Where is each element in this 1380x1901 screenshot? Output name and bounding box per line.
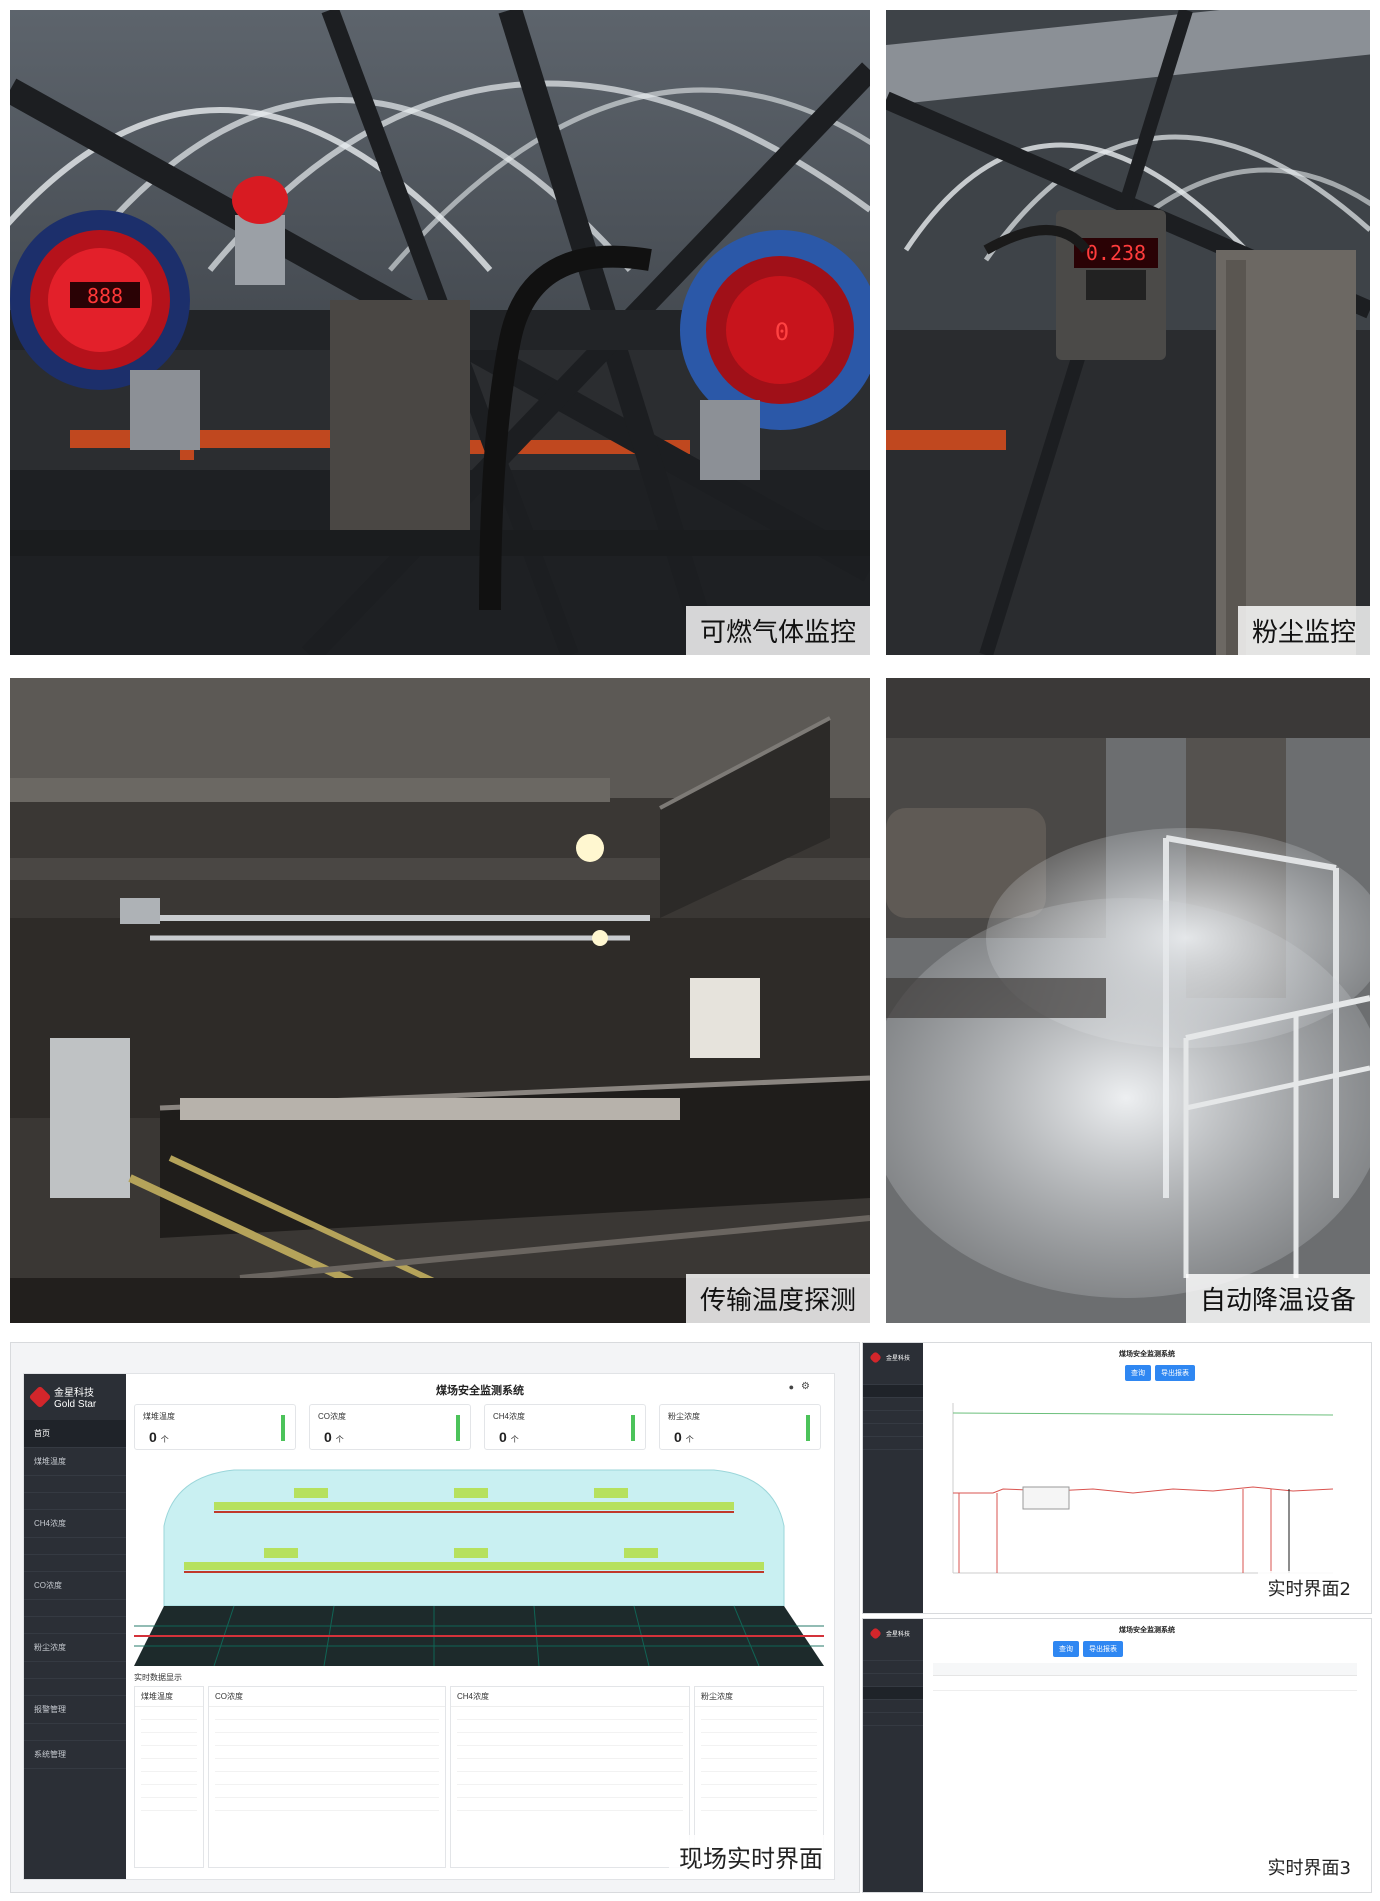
- gas-monitor-scene: 888 0: [10, 10, 870, 655]
- app-title: 煤场安全监测系统: [436, 1385, 524, 1397]
- gear-icon[interactable]: ⚙: [801, 1381, 810, 1392]
- brand-logo: 金星科技 Gold Star: [24, 1374, 126, 1420]
- table-co: CO浓度: [208, 1686, 446, 1868]
- brand-name-cn: 金星科技: [54, 1388, 94, 1399]
- stat-card-temp[interactable]: 煤堆温度 0 个: [134, 1404, 296, 1450]
- table-header: 煤堆温度: [135, 1687, 203, 1707]
- sidebar-subitem[interactable]: [24, 1493, 126, 1510]
- export-button[interactable]: 导出报表: [1083, 1641, 1123, 1657]
- sidebar-item-dust[interactable]: 粉尘浓度: [24, 1634, 126, 1662]
- stat-indicator: [631, 1415, 635, 1441]
- brand-logo: 金星科技: [863, 1343, 923, 1372]
- sidebar-item-alarm[interactable]: 报警管理: [24, 1696, 126, 1724]
- photo-dust: 0.238 粉尘监控: [886, 10, 1370, 655]
- history-table: [933, 1663, 1357, 1691]
- gas-detector-2-display: 0: [775, 318, 789, 346]
- stat-value: 0 个: [499, 1429, 519, 1445]
- sidebar-item[interactable]: [863, 1700, 923, 1713]
- stat-indicator: [456, 1415, 460, 1441]
- dust-monitor-scene: 0.238: [886, 10, 1370, 655]
- sidebar-subitem[interactable]: [24, 1476, 126, 1493]
- cooling-spray-scene: [886, 678, 1370, 1323]
- dashboard-window: 金星科技 Gold Star 首页 煤堆温度 CH4浓度 CO浓度 粉尘浓度 报…: [23, 1373, 835, 1880]
- brand-mark-icon: [869, 1351, 882, 1364]
- stat-value: 0 个: [674, 1429, 694, 1445]
- stat-indicator: [281, 1415, 285, 1441]
- export-button[interactable]: 导出报表: [1155, 1365, 1195, 1381]
- screenshot-main-dashboard: 金星科技 Gold Star 首页 煤堆温度 CH4浓度 CO浓度 粉尘浓度 报…: [10, 1342, 860, 1893]
- dust-sensor-display: 0.238: [1086, 241, 1146, 265]
- screenshot-caption-2: 实时界面2: [1257, 1571, 1361, 1605]
- sidebar-item[interactable]: [863, 1398, 923, 1411]
- sidebar-item-system[interactable]: 系统管理: [24, 1741, 126, 1769]
- sidebar-subitem[interactable]: [24, 1600, 126, 1617]
- sidebar-item[interactable]: [863, 1687, 923, 1700]
- table-row[interactable]: [933, 1676, 1357, 1691]
- sidebar-item-home[interactable]: 首页: [24, 1420, 126, 1448]
- brand-mark-icon: [28, 1385, 52, 1409]
- photo-caption-gas: 可燃气体监控: [685, 606, 870, 655]
- screenshot-realtime-3: 金星科技 煤场安全监测系统 查询 导出报表 实时界面3: [862, 1618, 1372, 1893]
- photo-auto-cooling: 自动降温设备: [886, 678, 1370, 1323]
- photo-caption-cooling: 自动降温设备: [1185, 1274, 1370, 1323]
- photo-combustible-gas: 888 0 可燃气体监控: [10, 10, 870, 655]
- s3-app-title: 煤场安全监测系统: [1119, 1627, 1175, 1634]
- brand-logo: 金星科技: [863, 1619, 923, 1648]
- sidebar-subitem[interactable]: [24, 1555, 126, 1572]
- stat-label: 粉尘浓度: [668, 1412, 700, 1421]
- sidebar-item[interactable]: [863, 1385, 923, 1398]
- photo-caption-dust: 粉尘监控: [1237, 606, 1370, 655]
- sidebar-item[interactable]: [863, 1372, 923, 1385]
- stat-card-dust[interactable]: 粉尘浓度 0 个: [659, 1404, 821, 1450]
- stat-indicator: [806, 1415, 810, 1441]
- s2-app-title: 煤场安全监测系统: [1119, 1351, 1175, 1358]
- sidebar-item[interactable]: [863, 1424, 923, 1437]
- realtime-section-title: 实时数据显示: [134, 1673, 182, 1682]
- stat-label: CO浓度: [318, 1412, 346, 1421]
- sidebar-subitem[interactable]: [24, 1679, 126, 1696]
- gas-detector-1-display: 888: [87, 284, 123, 308]
- bell-icon[interactable]: ●: [789, 1382, 794, 1392]
- brand-mark-icon: [869, 1627, 882, 1640]
- s2-sidebar: 金星科技: [863, 1343, 923, 1613]
- sidebar-item[interactable]: [863, 1648, 923, 1661]
- screenshot-caption-main: 现场实时界面: [669, 1835, 833, 1878]
- s3-sidebar: 金星科技: [863, 1619, 923, 1892]
- table-header-row: [933, 1663, 1357, 1676]
- stat-value: 0 个: [324, 1429, 344, 1445]
- stat-card-co[interactable]: CO浓度 0 个: [309, 1404, 471, 1450]
- sidebar-subitem[interactable]: [24, 1538, 126, 1555]
- stat-value: 0 个: [149, 1429, 169, 1445]
- dashboard-sidebar: 金星科技 Gold Star 首页 煤堆温度 CH4浓度 CO浓度 粉尘浓度 报…: [24, 1374, 126, 1879]
- table-header: CH4浓度: [451, 1687, 689, 1707]
- sidebar-item[interactable]: [863, 1674, 923, 1687]
- sidebar-item[interactable]: [863, 1713, 923, 1726]
- history-line-chart[interactable]: [933, 1393, 1353, 1593]
- search-button[interactable]: 查询: [1125, 1365, 1151, 1381]
- screenshot-caption-3: 实时界面3: [1257, 1850, 1361, 1884]
- sidebar-subitem[interactable]: [24, 1724, 126, 1741]
- search-button[interactable]: 查询: [1053, 1641, 1079, 1657]
- table-header: 粉尘浓度: [695, 1687, 823, 1707]
- photo-conveyor-temperature: 传输温度探测: [10, 678, 870, 1323]
- sidebar-item-ch4[interactable]: CH4浓度: [24, 1510, 126, 1538]
- photo-caption-conveyor: 传输温度探测: [685, 1274, 870, 1323]
- sidebar-item-co[interactable]: CO浓度: [24, 1572, 126, 1600]
- sidebar-subitem[interactable]: [24, 1662, 126, 1679]
- stat-card-ch4[interactable]: CH4浓度 0 个: [484, 1404, 646, 1450]
- sidebar-subitem[interactable]: [24, 1617, 126, 1634]
- sidebar-item-temp[interactable]: 煤堆温度: [24, 1448, 126, 1476]
- screenshot-realtime-2: 金星科技 煤场安全监测系统 查询 导出报表 实时界面2: [862, 1342, 1372, 1614]
- coal-shed-3d-view[interactable]: [134, 1456, 824, 1666]
- sidebar-item[interactable]: [863, 1411, 923, 1424]
- brand-name-en: Gold Star: [54, 1399, 97, 1410]
- conveyor-scene: [10, 678, 870, 1323]
- table-ch4: CH4浓度: [450, 1686, 690, 1868]
- table-header: CO浓度: [209, 1687, 445, 1707]
- sidebar-item[interactable]: [863, 1437, 923, 1450]
- sidebar-item[interactable]: [863, 1661, 923, 1674]
- stat-label: CH4浓度: [493, 1412, 526, 1421]
- table-temperature: 煤堆温度: [134, 1686, 204, 1868]
- stat-label: 煤堆温度: [143, 1412, 175, 1421]
